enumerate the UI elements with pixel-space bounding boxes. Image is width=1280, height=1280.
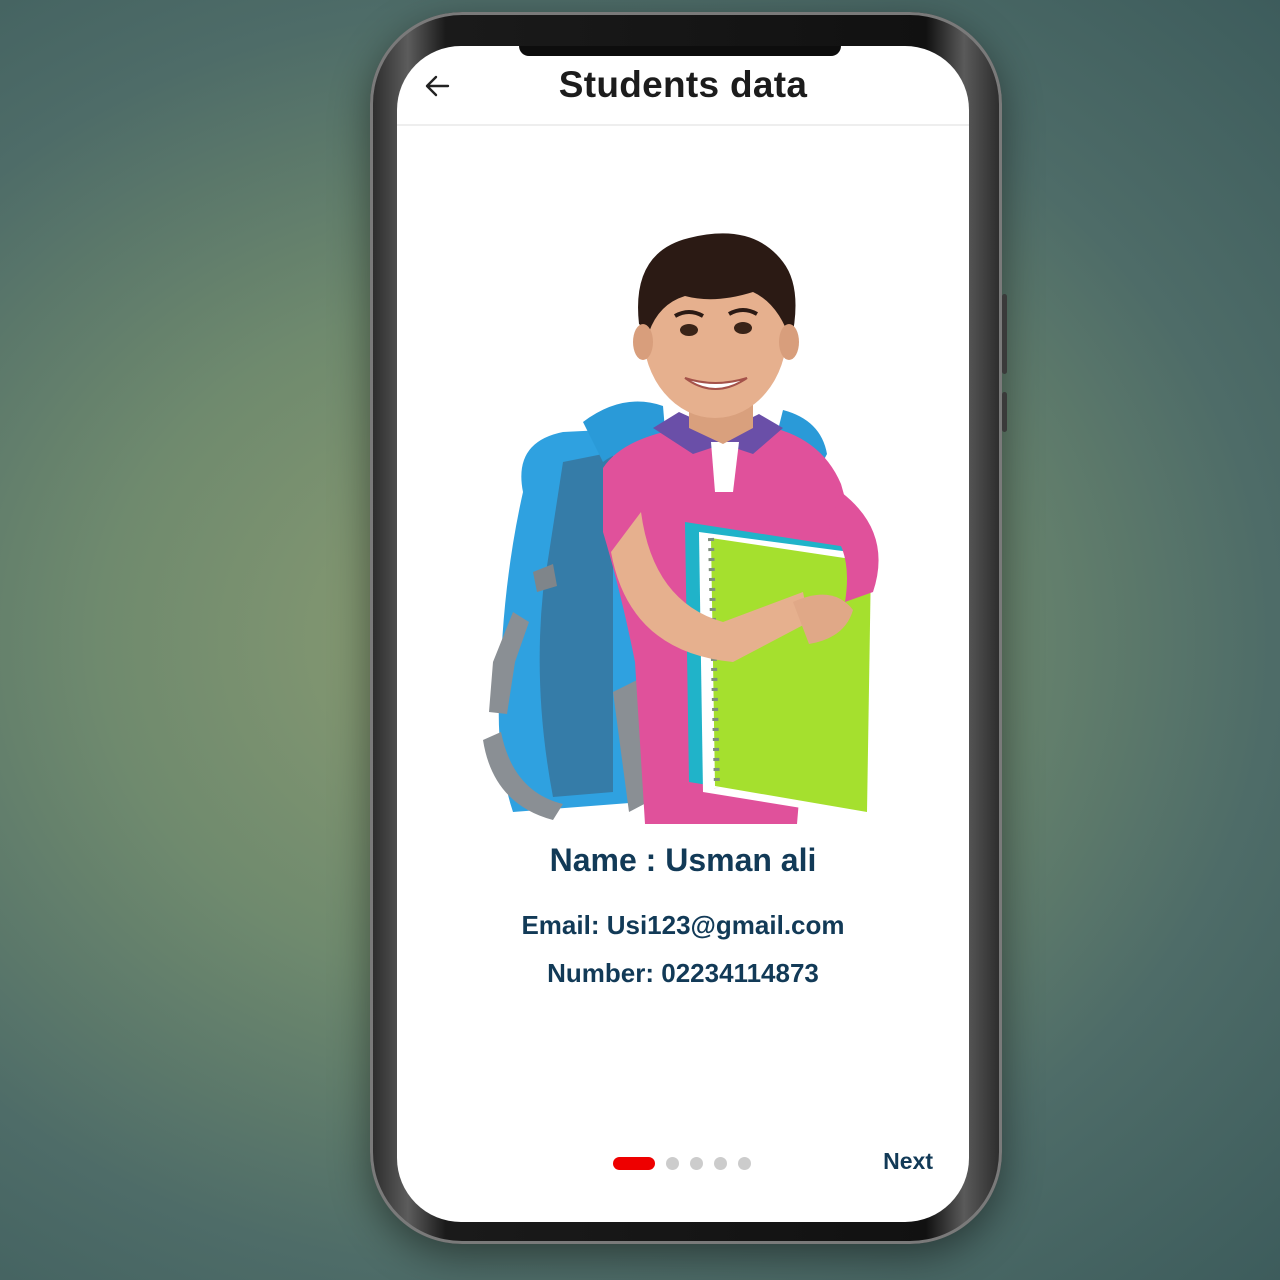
page-dot-5[interactable] bbox=[738, 1156, 751, 1170]
student-email: Email: Usi123@gmail.com bbox=[521, 910, 845, 940]
page-dot-3[interactable] bbox=[690, 1156, 703, 1170]
app-screen: Students data Name: Usman ali Email: Us… bbox=[397, 46, 969, 1222]
page-title: Students data bbox=[558, 64, 808, 105]
page-indicator bbox=[613, 1156, 751, 1170]
page-dot-2[interactable] bbox=[666, 1156, 679, 1170]
student-number: Number: 02234114873 bbox=[547, 958, 819, 988]
power-button bbox=[1002, 294, 1007, 374]
next-button[interactable]: Next bbox=[883, 1148, 933, 1175]
page-dot-4[interactable] bbox=[714, 1156, 727, 1170]
page-dot-1[interactable] bbox=[613, 1156, 655, 1170]
volume-button bbox=[1002, 392, 1007, 432]
student-photo bbox=[483, 233, 879, 824]
app-header: Students data bbox=[397, 46, 969, 126]
phone-frame: Students data Name: Usman ali Email: Us… bbox=[370, 12, 1007, 1244]
student-name: Name : Usman ali bbox=[549, 842, 817, 878]
